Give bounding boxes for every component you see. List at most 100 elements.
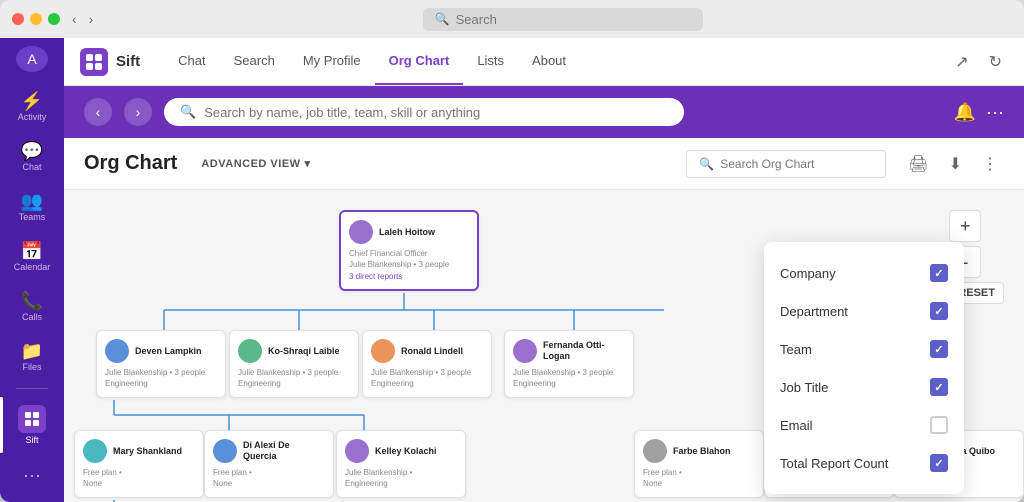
advanced-view-button[interactable]: ADVANCED VIEW ▾	[193, 153, 318, 174]
user-avatar: A	[16, 46, 48, 72]
more-options-button[interactable]: ⋮	[976, 148, 1004, 180]
org-toolbar: Org Chart ADVANCED VIEW ▾ 🔍 🖨 ⬇ ⋮	[64, 138, 1024, 190]
teams-icon: 👥	[21, 192, 43, 210]
node-name: Farbe Blahon	[673, 446, 731, 457]
app-logo: Sift	[80, 48, 140, 76]
print-button[interactable]: 🖨	[902, 148, 934, 180]
topnav-link-chat[interactable]: Chat	[164, 38, 219, 85]
banner-search-input[interactable]	[204, 105, 668, 120]
node-info: Julie Blankenship • 3 peopleEngineering	[371, 367, 483, 389]
org-node-root[interactable]: Laleh Hoitow Chief Financial Officer Jul…	[339, 210, 479, 291]
org-node-l3-1[interactable]: Di Alexi De Quercia Free plan •None	[204, 430, 334, 498]
external-link-button[interactable]: ↗	[949, 46, 974, 78]
banner-right: 🔔 ···	[954, 102, 1004, 123]
avatar	[238, 339, 262, 363]
maximize-button[interactable]	[48, 13, 60, 25]
node-info: Julie Blankenship • 3 peopleEngineering	[513, 367, 625, 389]
org-node-l3-2[interactable]: Kelley Kolachi Julie Blankenship •Engine…	[336, 430, 466, 498]
node-link[interactable]: 3 direct reports	[349, 272, 469, 281]
org-search-icon: 🔍	[699, 157, 714, 171]
sidebar-item-teams[interactable]: 👥 Teams	[0, 184, 64, 230]
topnav-link-lists[interactable]: Lists	[463, 38, 518, 85]
sidebar-more-button[interactable]: ···	[15, 457, 49, 494]
node-name: Mary Shankland	[113, 446, 182, 457]
sift-logo-icon	[18, 405, 46, 433]
org-node-l2-1[interactable]: Ko-Shraqi Laible Julie Blankenship • 3 p…	[229, 330, 359, 398]
chat-icon: 💬	[21, 142, 43, 160]
org-node-l2-2[interactable]: Ronald Lindell Julie Blankenship • 3 peo…	[362, 330, 492, 398]
org-node-l3b-0[interactable]: Farbe Blahon Free plan •None	[634, 430, 764, 498]
checkbox-jobtitle[interactable]: ✓	[930, 378, 948, 396]
dropdown-row-jobtitle: Job Title ✓	[764, 368, 964, 406]
node-name: Ronald Lindell	[401, 346, 463, 357]
topnav-links: Chat Search My Profile Org Chart Lists A…	[164, 38, 580, 85]
nav-arrows: ‹ ›	[68, 9, 97, 29]
topnav-link-myprofile[interactable]: My Profile	[289, 38, 375, 85]
node-info: Free plan •None	[213, 467, 325, 489]
dropdown-label-totalreportcount: Total Report Count	[780, 456, 888, 471]
banner-forward-button[interactable]: ›	[124, 98, 152, 126]
search-icon: 🔍	[435, 12, 450, 26]
avatar	[349, 220, 373, 244]
traffic-lights	[12, 13, 60, 25]
checkbox-team[interactable]: ✓	[930, 340, 948, 358]
node-name: Di Alexi De Quercia	[243, 440, 325, 462]
back-button[interactable]: ‹	[68, 9, 81, 29]
node-name: Laleh Hoitow	[379, 227, 435, 238]
checkbox-company[interactable]: ✓	[930, 264, 948, 282]
node-info: Free plan •None	[643, 467, 755, 489]
avatar	[643, 439, 667, 463]
sidebar-item-sift[interactable]: Sift	[0, 397, 64, 453]
banner-search-icon: 🔍	[180, 104, 196, 120]
sidebar-item-calendar[interactable]: 📅 Calendar	[0, 234, 64, 280]
topnav-link-search[interactable]: Search	[220, 38, 289, 85]
avatar	[345, 439, 369, 463]
window-frame: ‹ › 🔍 A ⚡ Activity 💬 Chat 👥 Teams	[0, 0, 1024, 502]
sidebar-item-files[interactable]: 📁 Files	[0, 334, 64, 380]
org-toolbar-actions: 🖨 ⬇ ⋮	[902, 148, 1004, 180]
node-name: Kelley Kolachi	[375, 446, 437, 457]
org-node-l2-0[interactable]: Deven Lampkin Julie Blankenship • 3 peop…	[96, 330, 226, 398]
title-bar-search-area: 🔍	[113, 8, 1012, 31]
app-area: Sift Chat Search My Profile Org Chart Li…	[64, 38, 1024, 502]
avatar	[213, 439, 237, 463]
dropdown-row-company: Company ✓	[764, 254, 964, 292]
org-search-input[interactable]	[720, 157, 873, 171]
files-icon: 📁	[21, 342, 43, 360]
checkbox-totalreportcount[interactable]: ✓	[930, 454, 948, 472]
calendar-icon: 📅	[21, 242, 43, 260]
download-button[interactable]: ⬇	[943, 148, 968, 180]
more-icon[interactable]: ···	[986, 102, 1004, 123]
topnav-link-about[interactable]: About	[518, 38, 580, 85]
node-name: Deven Lampkin	[135, 346, 202, 357]
sidebar-item-calls[interactable]: 📞 Calls	[0, 284, 64, 330]
checkbox-department[interactable]: ✓	[930, 302, 948, 320]
dropdown-label-department: Department	[780, 304, 848, 319]
sidebar-item-chat[interactable]: 💬 Chat	[0, 134, 64, 180]
topnav-link-orgchart[interactable]: Org Chart	[375, 38, 464, 85]
topnav-right: ↗ ↻	[949, 46, 1008, 78]
checkbox-email[interactable]	[930, 416, 948, 434]
org-node-l3-0[interactable]: Mary Shankland Free plan •None	[74, 430, 204, 498]
avatar	[83, 439, 107, 463]
node-info: Julie Blankenship • 3 peopleEngineering	[238, 367, 350, 389]
org-canvas: Laleh Hoitow Chief Financial Officer Jul…	[64, 190, 1024, 502]
avatar	[105, 339, 129, 363]
org-node-l2-3[interactable]: Fernanda Otti-Logan Julie Blankenship • …	[504, 330, 634, 398]
close-button[interactable]	[12, 13, 24, 25]
node-name: Fernanda Otti-Logan	[543, 340, 625, 362]
sidebar-item-activity[interactable]: ⚡ Activity	[0, 84, 64, 130]
refresh-button[interactable]: ↻	[983, 46, 1008, 78]
title-search-input[interactable]	[456, 12, 691, 27]
app-container: A ⚡ Activity 💬 Chat 👥 Teams 📅 Calendar 📞…	[0, 38, 1024, 502]
zoom-in-button[interactable]: +	[949, 210, 981, 242]
dropdown-label-email: Email	[780, 418, 813, 433]
banner-search-box: 🔍	[164, 98, 684, 126]
dropdown-label-jobtitle: Job Title	[780, 380, 828, 395]
minimize-button[interactable]	[30, 13, 42, 25]
forward-button[interactable]: ›	[85, 9, 98, 29]
org-search-box: 🔍	[686, 150, 886, 178]
banner-back-button[interactable]: ‹	[84, 98, 112, 126]
top-nav: Sift Chat Search My Profile Org Chart Li…	[64, 38, 1024, 86]
bell-icon[interactable]: 🔔	[954, 102, 976, 123]
